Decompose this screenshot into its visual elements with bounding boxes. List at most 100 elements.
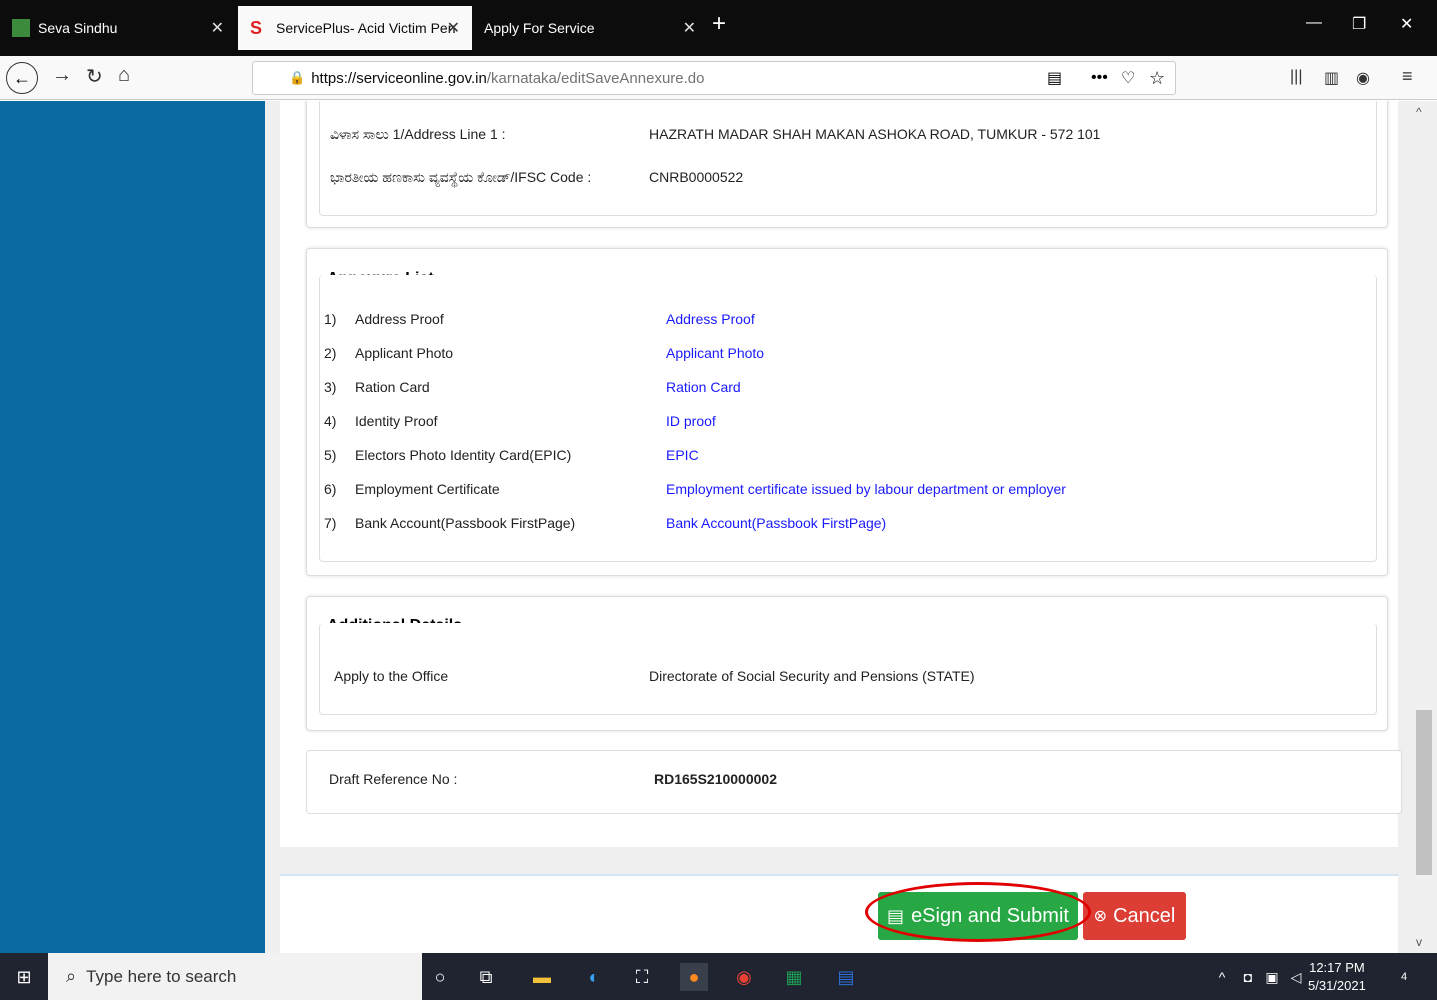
annexure-label: Electors Photo Identity Card(EPIC): [355, 447, 572, 463]
annexure-number: 7): [324, 515, 337, 531]
file-explorer-icon[interactable]: ▬: [528, 963, 556, 991]
annexure-number: 4): [324, 413, 337, 429]
office-value: Directorate of Social Security and Pensi…: [649, 668, 975, 684]
tab-apply-for-service[interactable]: Apply For Service ✕: [472, 6, 708, 50]
page-sidebar: [0, 101, 265, 953]
bookmark-star-icon[interactable]: ☆: [1149, 68, 1165, 89]
ifsc-value: CNRB0000522: [649, 169, 744, 185]
annexure-label: Identity Proof: [355, 413, 438, 429]
close-icon[interactable]: ✕: [683, 18, 696, 38]
restore-icon[interactable]: ❐: [1352, 14, 1366, 34]
cancel-label: Cancel: [1113, 904, 1176, 927]
scrollbar-thumb[interactable]: [1416, 710, 1432, 875]
cancel-circle-icon: ⊗: [1093, 908, 1108, 925]
cortana-icon[interactable]: ○: [426, 963, 454, 991]
annexure-label: Bank Account(Passbook FirstPage): [355, 515, 576, 531]
annexure-number: 5): [324, 447, 337, 463]
search-placeholder: Type here to search: [86, 966, 237, 986]
back-icon[interactable]: ←: [6, 62, 38, 94]
ifsc-label: ಭಾರತೀಯ ಹಣಕಾಸು ವ್ಯವಸ್ಥೆಯ ಕೋಡ್/IFSC Code :: [330, 169, 592, 185]
annexure-link[interactable]: EPIC: [666, 447, 699, 463]
tab-serviceplus[interactable]: S ServicePlus- Acid Victim Pensio ✕: [238, 6, 472, 50]
excel-icon[interactable]: ▦: [780, 963, 808, 991]
action-footer: [280, 874, 1398, 953]
taskbar-search-box[interactable]: ⌕ Type here to search: [48, 953, 422, 1000]
new-tab-icon[interactable]: +: [712, 10, 726, 38]
notification-icon[interactable]: 4: [1390, 963, 1418, 991]
annexure-link[interactable]: Bank Account(Passbook FirstPage): [666, 515, 886, 531]
annexure-label: Ration Card: [355, 379, 430, 395]
more-actions-icon[interactable]: •••: [1091, 69, 1108, 87]
firefox-icon[interactable]: ●: [680, 963, 708, 991]
annexure-link[interactable]: Employment certificate issued by labour …: [666, 481, 1066, 497]
office-label: Apply to the Office: [334, 668, 449, 684]
annexure-number: 3): [324, 379, 337, 395]
search-icon: ⌕: [66, 966, 77, 986]
annexure-label: Applicant Photo: [355, 345, 454, 361]
annexure-number: 6): [324, 481, 337, 497]
annexure-link[interactable]: Applicant Photo: [666, 345, 764, 361]
window-close-icon[interactable]: ✕: [1400, 14, 1413, 34]
browser-tab-bar: Seva Sindhu ✕ S ServicePlus- Acid Victim…: [0, 0, 1437, 56]
scroll-down-icon[interactable]: v: [1416, 935, 1422, 949]
chrome-icon[interactable]: ◉: [730, 963, 758, 991]
word-icon[interactable]: ▤: [832, 963, 860, 991]
bank-details-inner: ವಿಳಾಸ ಸಾಲು 1/Address Line 1 : HAZRATH MA…: [319, 101, 1377, 216]
forward-icon[interactable]: →: [52, 64, 72, 87]
additional-details-panel: Additional Details Apply to the Office D…: [306, 596, 1388, 731]
edge-icon[interactable]: ◐: [580, 963, 608, 991]
seva-sindhu-favicon-icon: [12, 19, 30, 37]
annexure-link[interactable]: Address Proof: [666, 311, 755, 327]
serviceplus-favicon-icon: S: [250, 18, 263, 38]
page-content: ವಿಳಾಸ ಸಾಲು 1/Address Line 1 : HAZRATH MA…: [265, 101, 1413, 953]
draft-reference-value: RD165S210000002: [654, 771, 777, 787]
annexure-link[interactable]: Ration Card: [666, 379, 741, 395]
reload-icon[interactable]: ↻: [86, 64, 103, 89]
address-line-label: ವಿಳಾಸ ಸಾಲು 1/Address Line 1 :: [330, 126, 506, 142]
taskbar-clock[interactable]: 12:17 PM 5/31/2021: [1308, 959, 1366, 995]
home-icon[interactable]: ⌂: [118, 64, 130, 87]
url-bar[interactable]: 🔒 https://serviceonline.gov.in /karnatak…: [252, 61, 1176, 95]
minimize-icon[interactable]: —: [1306, 14, 1322, 32]
tab-title: Seva Sindhu: [38, 20, 118, 36]
reader-view-icon[interactable]: ▤: [1047, 68, 1062, 88]
task-view-icon[interactable]: ⧉: [472, 963, 500, 991]
tab-seva-sindhu[interactable]: Seva Sindhu ✕: [0, 6, 236, 50]
highlight-annotation: [865, 882, 1091, 942]
bank-details-panel: ವಿಳಾಸ ಸಾಲು 1/Address Line 1 : HAZRATH MA…: [306, 101, 1388, 228]
show-hidden-icons-icon[interactable]: ^: [1208, 963, 1236, 991]
clock-date: 5/31/2021: [1308, 978, 1366, 993]
scroll-up-icon[interactable]: ^: [1416, 105, 1422, 119]
close-icon[interactable]: ✕: [447, 18, 460, 38]
url-path: /karnataka/editSaveAnnexure.do: [486, 69, 705, 87]
annexure-link[interactable]: ID proof: [666, 413, 716, 429]
cancel-button[interactable]: ⊗ Cancel: [1083, 892, 1186, 940]
form-container: ವಿಳಾಸ ಸಾಲು 1/Address Line 1 : HAZRATH MA…: [280, 101, 1402, 847]
lock-icon: 🔒: [289, 70, 306, 85]
url-host: https://serviceonline.gov.in: [311, 69, 487, 87]
pocket-icon[interactable]: ♡: [1121, 68, 1135, 88]
tab-title: ServicePlus- Acid Victim Pensio: [276, 20, 456, 36]
clock-time: 12:17 PM: [1309, 960, 1365, 975]
menu-icon[interactable]: ≡: [1402, 66, 1413, 87]
annexure-list: 1) Address Proof Address Proof 2) Applic…: [319, 275, 1377, 562]
draft-reference-panel: Draft Reference No : RD165S210000002: [306, 750, 1402, 814]
annexure-label: Employment Certificate: [355, 481, 500, 497]
annexure-panel: Annexure List 1) Address Proof Address P…: [306, 248, 1388, 576]
notification-count: 4: [1400, 971, 1408, 983]
draft-reference-label: Draft Reference No :: [329, 771, 458, 787]
windows-taskbar: ⊞ ⌕ Type here to search ○ ⧉ ▬ ◐ ⛶ ● ◉ ▦ …: [0, 953, 1437, 1000]
browser-nav-bar: ← → ↻ ⌂ ⛉ 🔒 https://serviceonline.gov.in…: [0, 56, 1437, 100]
volume-icon[interactable]: ◁: [1282, 963, 1310, 991]
close-icon[interactable]: ✕: [211, 18, 224, 38]
annexure-number: 2): [324, 345, 337, 361]
account-icon[interactable]: ◉: [1356, 68, 1370, 88]
store-icon[interactable]: ⛶: [628, 963, 656, 991]
address-line-value: HAZRATH MADAR SHAH MAKAN ASHOKA ROAD, TU…: [649, 126, 1101, 142]
tab-title: Apply For Service: [484, 20, 595, 36]
annexure-number: 1): [324, 311, 337, 327]
library-icon[interactable]: |||: [1290, 68, 1302, 86]
annexure-label: Address Proof: [355, 311, 444, 327]
windows-start-icon[interactable]: ⊞: [10, 963, 38, 991]
sidebar-icon[interactable]: ▥: [1324, 68, 1339, 88]
